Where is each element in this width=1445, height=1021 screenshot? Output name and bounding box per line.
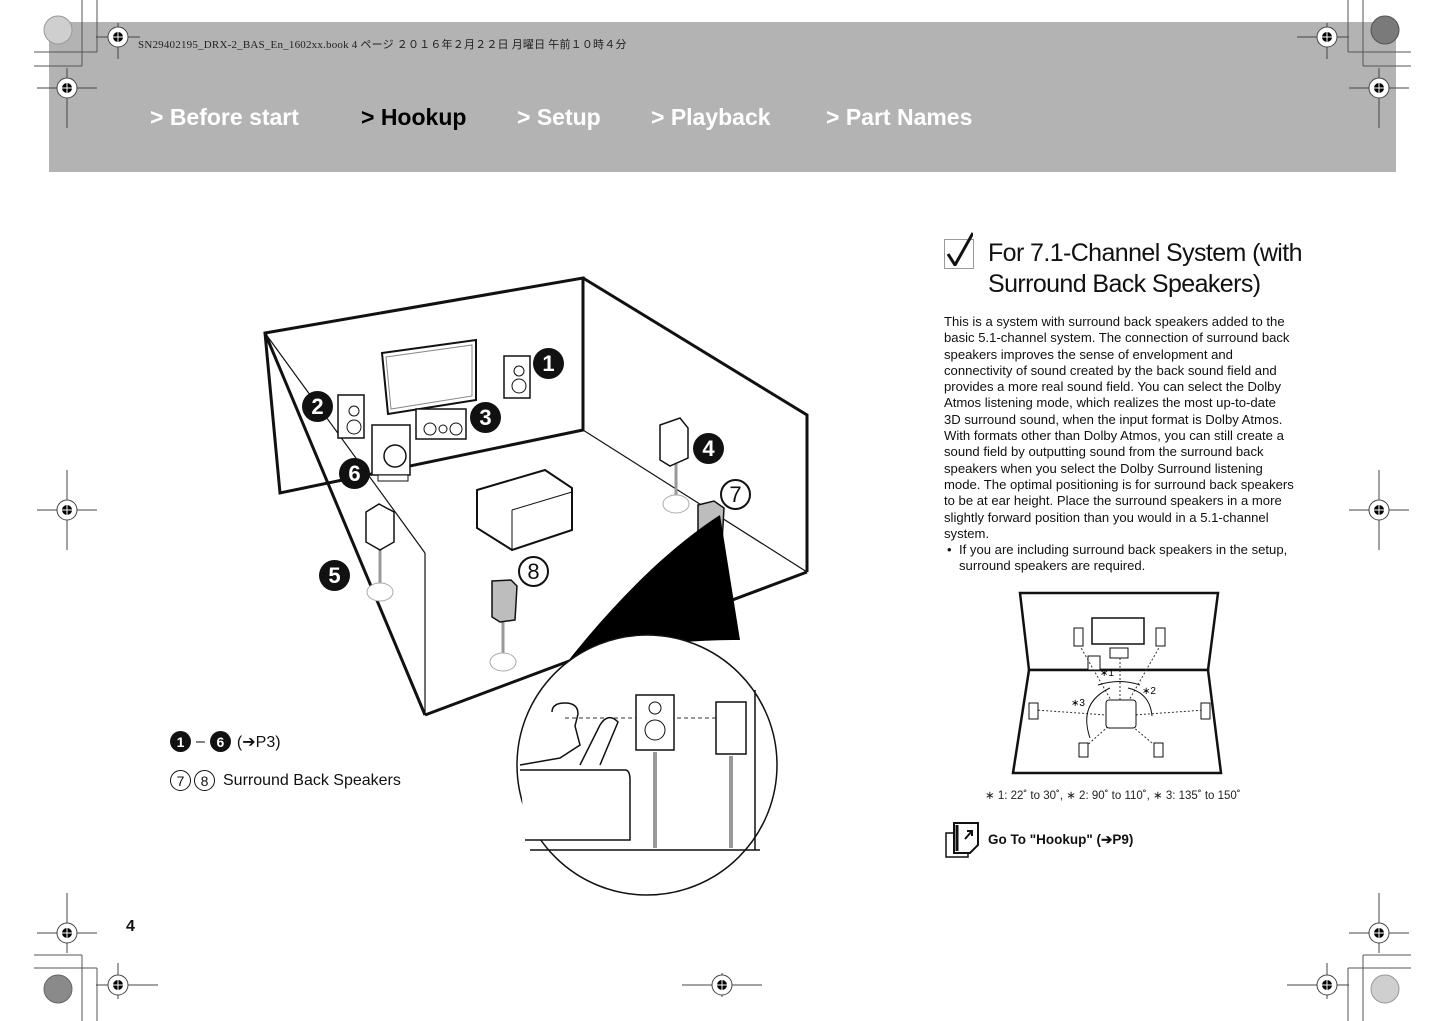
section-title-line-2: Surround Back Speakers) <box>988 270 1261 298</box>
callout-6: 6 <box>339 458 370 489</box>
legend-num-start: 1 <box>170 731 191 752</box>
legend-page-ref-link[interactable]: (➔P3) <box>237 732 281 752</box>
callout-7: 7 <box>720 479 751 510</box>
surround-back-speaker-8-icon <box>489 579 518 672</box>
angle-listener-icon <box>1105 699 1137 729</box>
side-view-zoom-circle <box>516 634 778 896</box>
tv-icon <box>380 338 477 416</box>
front-left-speaker-icon <box>337 394 365 439</box>
section-title: For 7.1-Channel System (with Surround Ba… <box>988 238 1318 300</box>
sofa-side-icon <box>520 769 631 841</box>
section-body: This is a system with surround back spea… <box>944 314 1296 575</box>
goto-page-icon <box>945 822 979 858</box>
callout-1: 1 <box>533 348 564 379</box>
legend-num-7: 7 <box>170 770 191 791</box>
goto-hookup-link[interactable]: Go To "Hookup" (➔P9) <box>944 822 1133 858</box>
side-speaker-front-view-icon <box>635 694 675 751</box>
legend-surround-back: 7 8 Surround Back Speakers <box>170 770 401 791</box>
section-paragraph: This is a system with surround back spea… <box>944 314 1294 541</box>
checkmark-glyph-icon <box>946 232 973 266</box>
angle-surround-back-left-icon <box>1078 742 1089 758</box>
legend-dash: – <box>196 732 205 750</box>
callout-8: 8 <box>518 556 549 587</box>
speaker-angle-diagram: ∗1 ∗2 ∗3 <box>1011 591 1223 775</box>
callout-4: 4 <box>693 433 724 464</box>
surround-right-speaker-icon <box>659 417 690 514</box>
page-number: 4 <box>126 918 135 935</box>
angle-center-icon <box>1109 647 1129 659</box>
angle-tv-icon <box>1091 617 1145 645</box>
subwoofer-icon <box>371 424 411 482</box>
angle-label-3: ∗3 <box>1071 698 1085 709</box>
angle-label-2: ∗2 <box>1142 686 1156 697</box>
legend-num-8: 8 <box>194 770 215 791</box>
goto-label[interactable]: Go To "Hookup" (➔P9) <box>988 832 1133 848</box>
angle-surround-back-right-icon <box>1153 742 1164 758</box>
section-bullet: If you are including surround back speak… <box>944 542 1296 575</box>
side-speaker-side-view-icon <box>715 701 747 755</box>
legend-front-speakers: 1 – 6 (➔P3) <box>170 731 281 752</box>
center-speaker-icon <box>415 408 467 440</box>
angle-surround-left-icon <box>1028 702 1039 720</box>
section-title-line-1: For 7.1-Channel System (with <box>988 239 1302 267</box>
legend-num-end: 6 <box>209 731 231 752</box>
surround-left-speaker-icon <box>365 503 395 602</box>
sofa-icon <box>476 468 573 552</box>
angle-label-1: ∗1 <box>1100 668 1114 679</box>
callout-5: 5 <box>319 560 350 591</box>
angle-front-left-icon <box>1073 627 1084 647</box>
checkmark-icon <box>944 232 974 269</box>
angle-front-right-icon <box>1155 627 1166 647</box>
angle-note: ∗ 1: 22˚ to 30˚, ∗ 2: 90˚ to 110˚, ∗ 3: … <box>985 790 1241 802</box>
angle-surround-right-icon <box>1200 702 1211 720</box>
legend-surround-back-label: Surround Back Speakers <box>223 771 401 789</box>
callout-3: 3 <box>470 402 501 433</box>
callout-2: 2 <box>302 391 333 422</box>
front-right-speaker-icon <box>503 355 531 399</box>
